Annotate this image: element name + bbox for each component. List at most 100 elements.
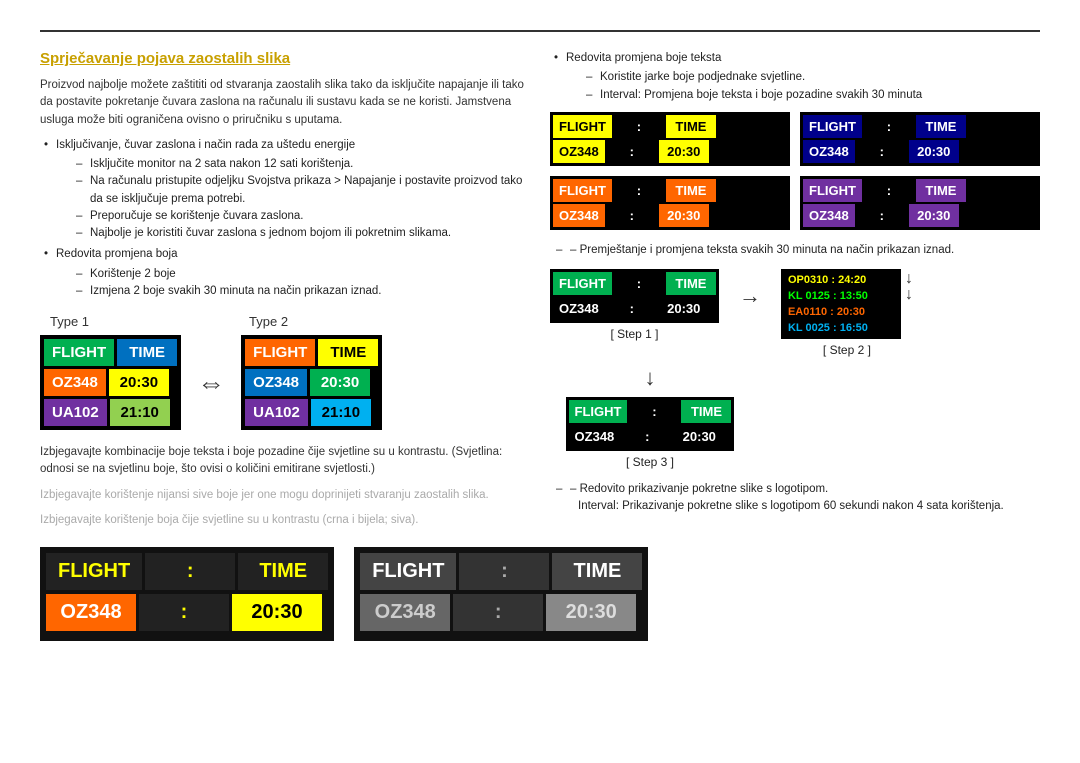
s3-oz348: OZ348 <box>569 425 621 448</box>
warning1: Izbjegavajte kombinacije boje teksta i b… <box>40 444 530 479</box>
s1-oz348: OZ348 <box>553 297 605 320</box>
mb3-flight: FLIGHT <box>553 179 612 202</box>
mini-board-2: FLIGHT : TIME OZ348 : 20:30 <box>800 112 1040 166</box>
s1-colon: : <box>614 272 664 295</box>
mb2-2030: 20:30 <box>909 140 959 163</box>
down-arrow-1: ↓ <box>905 271 913 287</box>
mb2-oz348: OZ348 <box>803 140 855 163</box>
type1-row3: UA102 21:10 <box>44 399 177 426</box>
type1-oz348-cell: OZ348 <box>44 369 106 396</box>
mb3-colon: : <box>614 179 664 202</box>
black-2030-cell: 20:30 <box>232 594 322 631</box>
gray-colon-cell: : <box>459 553 549 590</box>
right-bullet-1: Redovita promjena boje teksta Koristite … <box>550 50 1040 104</box>
type1-2110-cell: 21:10 <box>110 399 170 426</box>
type1-flight-cell: FLIGHT <box>44 339 114 366</box>
type2-time-cell: TIME <box>318 339 378 366</box>
black-time-cell: TIME <box>238 553 328 590</box>
mb3-2030: 20:30 <box>659 204 709 227</box>
s3-flight: FLIGHT <box>569 400 628 423</box>
type2-2030-cell: 20:30 <box>310 369 370 396</box>
mb3-colon2: : <box>607 204 657 227</box>
scroll-row3: EA0110 : 20:30 <box>784 304 898 320</box>
black-flight-cell: FLIGHT <box>46 553 142 590</box>
bullet-item-1: Isključivanje, čuvar zaslona i način rad… <box>40 137 530 243</box>
final-dash-2: Interval: Prikazivanje pokretne slike s … <box>550 498 1040 515</box>
type2-label: Type 2 <box>249 314 288 329</box>
left-column: Sprječavanje pojava zaostalih slika Proi… <box>40 50 530 641</box>
black-board-row1: FLIGHT : TIME <box>46 553 328 590</box>
exchange-arrow-icon: ⇔ <box>197 367 225 399</box>
down-arrow-2: ↓ <box>905 287 913 303</box>
type1-board: FLIGHT TIME OZ348 20:30 UA102 21:10 <box>40 335 181 430</box>
warning2: Izbjegavajte korištenje nijansi sive boj… <box>40 487 530 504</box>
black-colon-cell: : <box>145 553 235 590</box>
black-oz348-cell: OZ348 <box>46 594 136 631</box>
down-arrows: ↓ ↓ <box>905 271 913 303</box>
mb2-time: TIME <box>916 115 966 138</box>
dash-1d: Najbolje je koristiti čuvar zaslona s je… <box>76 225 530 242</box>
bottom-boards: FLIGHT : TIME OZ348 : 20:30 FLIGHT : <box>40 547 530 641</box>
type2-row2: OZ348 20:30 <box>245 369 378 396</box>
step3-area: ↓ FLIGHT : TIME OZ348 : 20:30 <box>560 365 1040 469</box>
warning3: Izbjegavajte korištenje boja čije svjetl… <box>40 512 530 529</box>
dash-1a: Isključite monitor na 2 sata nakon 12 sa… <box>76 156 530 173</box>
mb4-row1: FLIGHT : TIME <box>803 179 1037 202</box>
mb1-time: TIME <box>666 115 716 138</box>
s3-2030: 20:30 <box>674 425 724 448</box>
type2-board: FLIGHT TIME OZ348 20:30 UA102 21:10 <box>241 335 382 430</box>
type1-row2: OZ348 20:30 <box>44 369 177 396</box>
dash-1c: Preporučuje se korištenje čuvara zaslona… <box>76 208 530 225</box>
type1-time-cell: TIME <box>117 339 177 366</box>
step-description: – Premještanje i promjena teksta svakih … <box>550 242 1040 259</box>
mb3-time: TIME <box>666 179 716 202</box>
step1-block: FLIGHT : TIME OZ348 : 20:30 [ Step 1 ] <box>550 269 719 341</box>
bullet-item-2: Redovita promjena boja Korištenje 2 boje… <box>40 246 530 300</box>
step2-block: OP0310 : 24:20 KL 0125 : 13:50 EA0110 : … <box>781 269 913 357</box>
final-notes: – Redovito prikazivanje pokretne slike s… <box>550 481 1040 516</box>
black-colon2-cell: : <box>139 594 229 631</box>
mb2-row2: OZ348 : 20:30 <box>803 140 1037 163</box>
dash-1b: Na računalu pristupite odjeljku Svojstva… <box>76 173 530 208</box>
steps-1-2-row: FLIGHT : TIME OZ348 : 20:30 [ Step 1 ] <box>550 269 1040 357</box>
s1-colon2: : <box>607 297 657 320</box>
step2-label: [ Step 2 ] <box>823 343 871 357</box>
step2-board-group: OP0310 : 24:20 KL 0125 : 13:50 EA0110 : … <box>781 269 913 339</box>
mini-board-1: FLIGHT : TIME OZ348 : 20:30 <box>550 112 790 166</box>
mb2-row1: FLIGHT : TIME <box>803 115 1037 138</box>
right-arrow-icon: → <box>739 283 761 309</box>
mini-board-3: FLIGHT : TIME OZ348 : 20:30 <box>550 176 790 230</box>
step3-block: FLIGHT : TIME OZ348 : 20:30 [ Step 3 ] <box>566 397 735 469</box>
mb1-flight: FLIGHT <box>553 115 612 138</box>
gray-colon2-cell: : <box>453 594 543 631</box>
mb4-flight: FLIGHT <box>803 179 862 202</box>
dash-2a: Korištenje 2 boje <box>76 266 530 283</box>
scroll-row1: OP0310 : 24:20 <box>784 272 898 288</box>
gray-flight-cell: FLIGHT <box>360 553 456 590</box>
right-dash-2: Interval: Promjena boje teksta i boje po… <box>586 87 1040 104</box>
black-board-row2: OZ348 : 20:30 <box>46 594 328 631</box>
mb4-oz348: OZ348 <box>803 204 855 227</box>
mb1-row2: OZ348 : 20:30 <box>553 140 787 163</box>
step-area: FLIGHT : TIME OZ348 : 20:30 [ Step 1 ] <box>550 269 1040 516</box>
type2-row1: FLIGHT TIME <box>245 339 378 366</box>
scroll-row2: KL 0125 : 13:50 <box>784 288 898 304</box>
s3-colon: : <box>629 400 679 423</box>
step2-scrolling-board: OP0310 : 24:20 KL 0125 : 13:50 EA0110 : … <box>781 269 901 339</box>
mb1-colon: : <box>614 115 664 138</box>
mb4-colon2: : <box>857 204 907 227</box>
dash-list-1: Isključite monitor na 2 sata nakon 12 sa… <box>56 156 530 242</box>
type1-row1: FLIGHT TIME <box>44 339 177 366</box>
type1-label: Type 1 <box>50 314 89 329</box>
mini-boards-grid: FLIGHT : TIME OZ348 : 20:30 FLIGHT : TIM… <box>550 112 1040 230</box>
mb1-oz348: OZ348 <box>553 140 605 163</box>
content-area: Sprječavanje pojava zaostalih slika Proi… <box>40 50 1040 641</box>
intro-paragraph: Proizvod najbolje možete zaštititi od st… <box>40 77 530 129</box>
final-dash-1: – Redovito prikazivanje pokretne slike s… <box>550 481 1040 498</box>
mb4-colon: : <box>864 179 914 202</box>
s1-flight: FLIGHT <box>553 272 612 295</box>
page: Sprječavanje pojava zaostalih slika Proi… <box>0 0 1080 763</box>
right-column: Redovita promjena boje teksta Koristite … <box>550 50 1040 641</box>
type-boards-row: FLIGHT TIME OZ348 20:30 UA102 21:10 ⇔ <box>40 335 530 430</box>
main-bullet-list: Isključivanje, čuvar zaslona i način rad… <box>40 137 530 300</box>
